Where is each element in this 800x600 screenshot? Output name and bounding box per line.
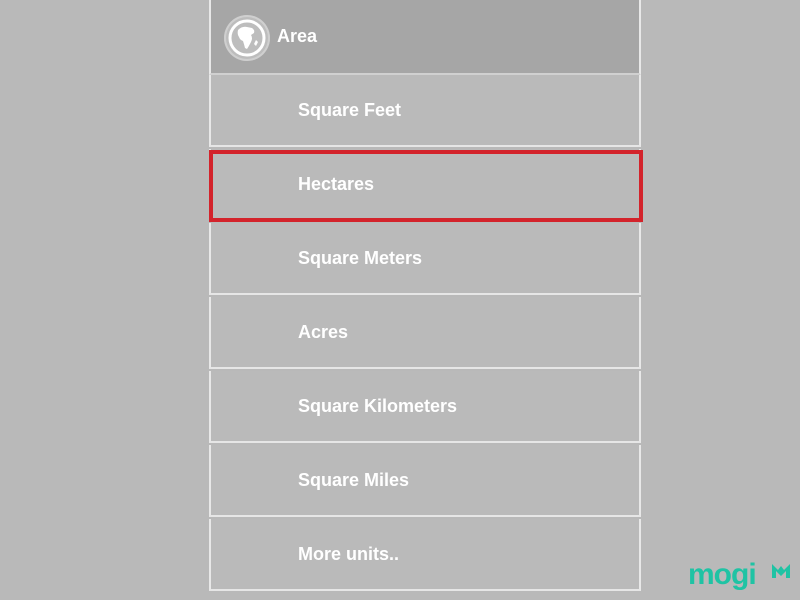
menu-item-hectares[interactable]: Hectares [209,149,641,221]
menu-header-label: Area [277,26,318,46]
menu-item-more-units[interactable]: More units.. [209,519,641,591]
menu-item-label: Square Kilometers [298,396,458,416]
mogi-watermark-logo: mogi [688,556,794,594]
menu-item-square-feet[interactable]: Square Feet [209,75,641,147]
watermark-text: mogi [688,558,757,591]
menu-item-label: Square Feet [298,100,402,120]
menu-item-label: Square Miles [298,470,410,490]
menu-item-square-meters[interactable]: Square Meters [209,223,641,295]
menu-item-label: Square Meters [298,248,423,268]
menu-header-area[interactable]: Area [209,0,641,75]
unit-menu: Area Square Feet Hectares Square Meters … [209,0,643,600]
menu-item-square-miles[interactable]: Square Miles [209,445,641,517]
menu-item-square-kilometers[interactable]: Square Kilometers [209,371,641,443]
menu-item-label: More units.. [298,544,400,564]
logo-mark-icon [772,564,790,578]
menu-item-label: Hectares [298,174,375,194]
globe-africa-icon [224,15,270,61]
menu-item-label: Acres [298,322,349,342]
menu-item-acres[interactable]: Acres [209,297,641,369]
